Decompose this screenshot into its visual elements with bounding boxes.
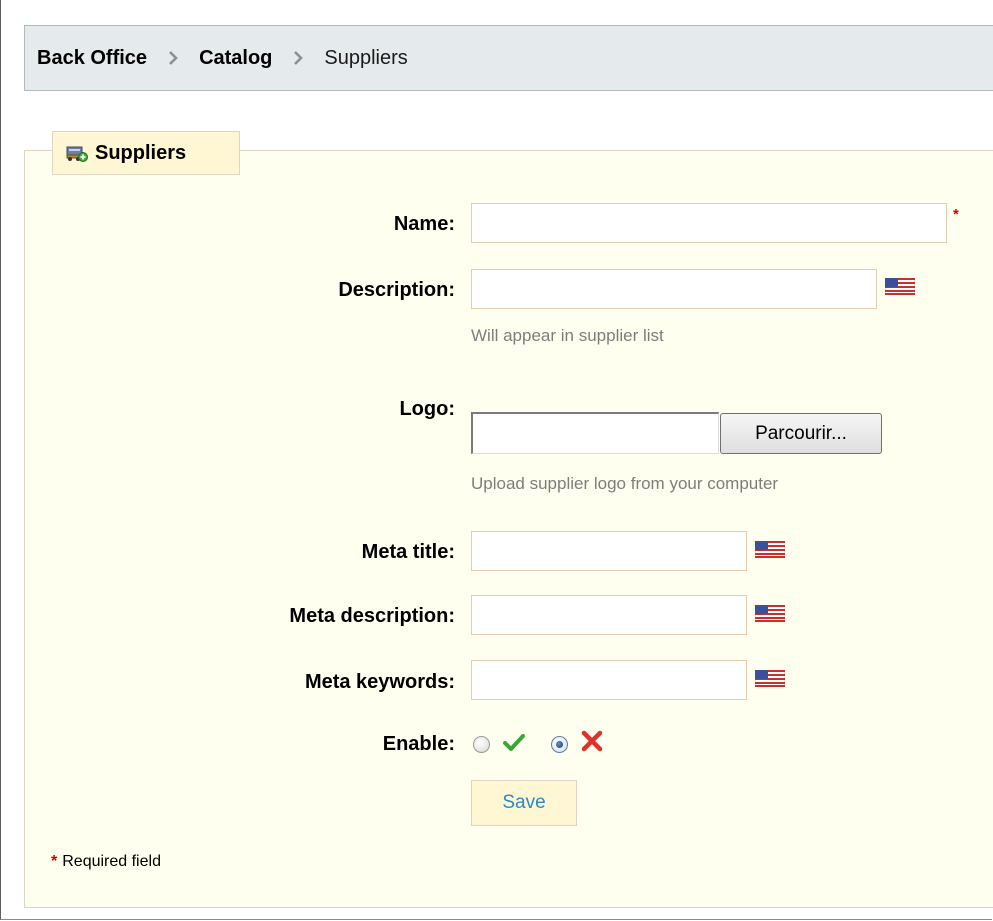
name-input[interactable] <box>471 203 947 243</box>
required-note-text: Required field <box>62 853 161 870</box>
meta-title-label: Meta title: <box>361 541 455 563</box>
name-label: Name: <box>393 213 455 235</box>
meta-title-input[interactable] <box>471 531 747 571</box>
form-legend: Suppliers <box>52 131 240 175</box>
us-flag-icon[interactable] <box>755 670 785 687</box>
required-star: * <box>51 853 58 870</box>
us-flag-icon[interactable] <box>755 605 785 622</box>
breadcrumb: Back Office Catalog Suppliers <box>24 25 993 91</box>
legend-title: Suppliers <box>95 141 187 164</box>
logo-file-input[interactable] <box>471 412 719 454</box>
meta-description-input[interactable] <box>471 595 747 635</box>
supplier-icon <box>66 146 88 162</box>
logo-label: Logo: <box>399 398 455 420</box>
browse-button[interactable]: Parcourir... <box>720 413 882 454</box>
chevron-right-icon <box>169 51 178 65</box>
required-field-note: * Required field <box>51 853 161 871</box>
required-mark: * <box>953 206 959 223</box>
logo-hint: Upload supplier logo from your computer <box>471 474 779 493</box>
us-flag-icon[interactable] <box>885 278 915 295</box>
enable-no-radio[interactable] <box>551 736 568 753</box>
us-flag-icon[interactable] <box>755 541 785 558</box>
description-hint: Will appear in supplier list <box>471 326 664 345</box>
save-button[interactable]: Save <box>471 780 577 826</box>
breadcrumb-catalog[interactable]: Catalog <box>199 47 272 70</box>
chevron-right-icon <box>294 51 304 65</box>
meta-keywords-label: Meta keywords: <box>304 671 455 693</box>
meta-keywords-input[interactable] <box>471 660 747 700</box>
breadcrumb-back-office[interactable]: Back Office <box>37 47 147 70</box>
check-icon <box>503 734 525 751</box>
meta-description-label: Meta description: <box>289 605 455 627</box>
description-label: Description: <box>338 279 455 301</box>
cross-icon <box>581 730 603 752</box>
breadcrumb-suppliers: Suppliers <box>324 46 408 69</box>
enable-yes-radio[interactable] <box>473 736 490 753</box>
enable-label: Enable: <box>382 733 455 755</box>
description-input[interactable] <box>471 269 877 309</box>
